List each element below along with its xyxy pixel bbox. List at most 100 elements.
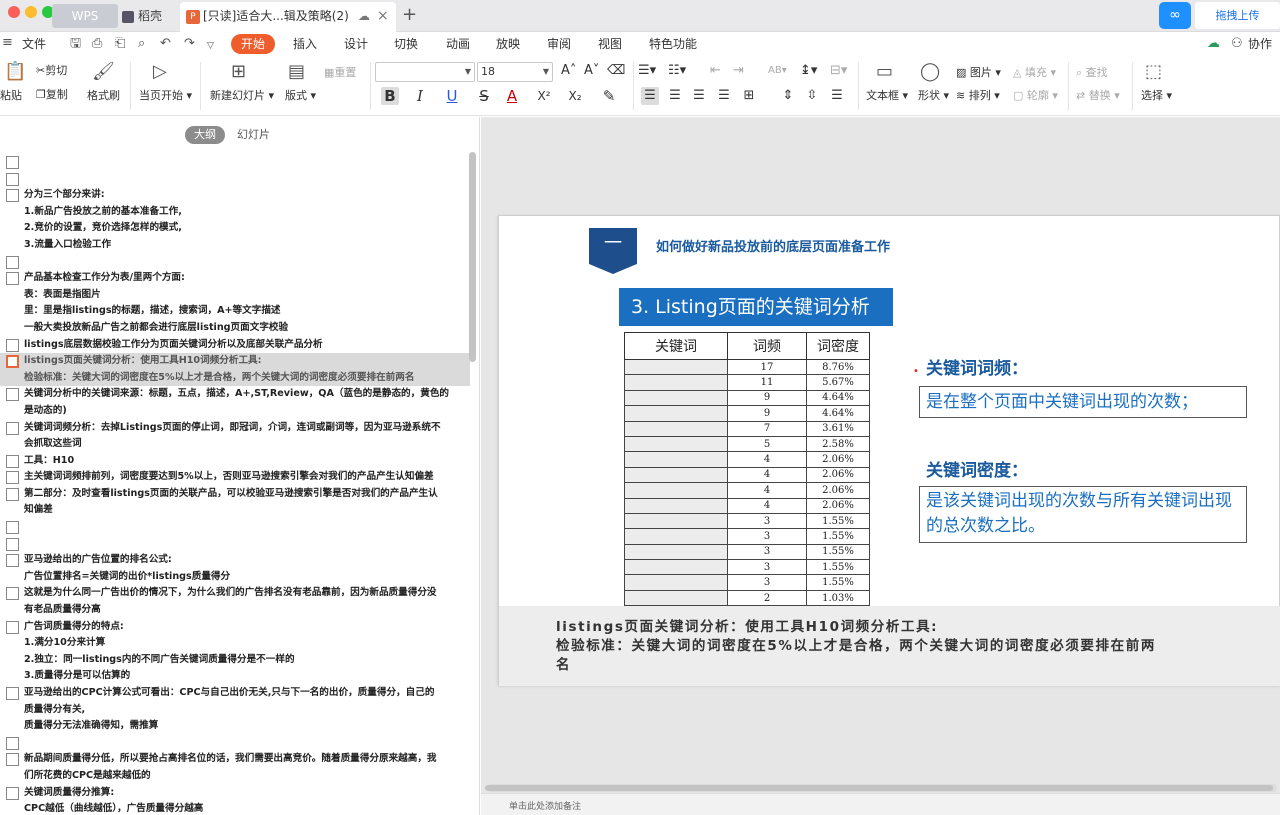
outline-row[interactable] [0, 154, 470, 171]
close-window-button[interactable] [8, 6, 20, 18]
font-color-icon[interactable]: A [503, 87, 521, 105]
keyword-table[interactable]: 关键词 词频 词密度 17 8.76% 11 5.67% 9 4.64% 9 4.64% 7 3.… [624, 332, 870, 607]
menu-file[interactable]: 文件 [22, 32, 46, 56]
slide-marker-icon[interactable] [6, 454, 19, 468]
italic-icon[interactable]: I [411, 87, 429, 105]
outline-row[interactable]: 亚马逊给出的广告位置的排名公式: [0, 552, 470, 569]
cloud-sync-icon[interactable]: ∞ [1159, 2, 1191, 29]
menu-transitions[interactable]: 切换 [394, 32, 418, 56]
keyword-frequency-definition[interactable]: 是在整个页面中关键词出现的次数； [919, 386, 1247, 418]
copy-button[interactable]: ❐复制 [36, 88, 68, 102]
outline-row[interactable]: 3.质量得分是可以估算的 [0, 668, 470, 685]
text-direction-icon[interactable]: AB▾ [768, 64, 787, 78]
paste-icon[interactable]: 📋 [4, 62, 26, 82]
slide-marker-icon[interactable] [6, 753, 19, 767]
slide-marker-icon[interactable] [6, 272, 19, 286]
slide-marker-icon[interactable] [6, 554, 19, 568]
slide-marker-icon[interactable] [6, 421, 19, 435]
underline-icon[interactable]: U [443, 87, 461, 105]
vertical-align-icon[interactable]: ⇕ [779, 87, 797, 105]
slide-marker-icon[interactable] [6, 521, 19, 535]
outline-row[interactable]: 分为三个部分来讲: [0, 187, 470, 204]
outline-row[interactable] [0, 536, 470, 553]
distributed-align-icon[interactable]: ⊞ [740, 87, 758, 105]
print-preview-icon[interactable]: ⌕ [138, 37, 145, 51]
increase-font-size-icon[interactable]: A˄ [561, 64, 576, 78]
layout-icon[interactable]: ▤ [288, 62, 305, 82]
outline-row[interactable]: 2.竞价的设置，竞价选择怎样的模式, [0, 220, 470, 237]
outline-row[interactable]: 检验标准：关键大词的词密度在5%以上才是合格，两个关键大词的词密度必须要排在前两… [0, 369, 470, 387]
quick-access-dropdown-icon[interactable]: ▽ [207, 39, 214, 53]
cloud-sync-status-icon[interactable]: ☁ [1207, 37, 1220, 51]
subscript-icon[interactable]: X₂ [566, 87, 584, 105]
paragraph-spacing-icon[interactable]: ⇳ [803, 87, 821, 105]
tab-document[interactable]: P [只读]适合大...辑及策略(2) ☁ × [180, 2, 396, 32]
outline-row[interactable]: 关键词词频分析：去掉Listings页面的停止词，即冠词，介词，连词或副词等，因… [0, 420, 470, 437]
outline-row[interactable]: 是动态的) [0, 403, 470, 420]
outline-row[interactable]: 关键词质量得分推算: [0, 785, 470, 802]
menu-slideshow[interactable]: 放映 [496, 32, 520, 56]
slide-canvas[interactable]: 一 如何做好新品投放前的底层页面准备工作 3. Listing页面的关键词分析 … [498, 215, 1280, 686]
find-button[interactable]: ⌕ 查找 [1076, 66, 1108, 80]
outline-row[interactable]: 广告位置排名=关键词的出价*listings质量得分 [0, 569, 470, 586]
print-icon[interactable]: ⎗ [115, 37, 125, 51]
menu-special-features[interactable]: 特色功能 [649, 32, 697, 56]
text-align-vertical-icon[interactable]: ☰ [828, 87, 846, 105]
outline-row[interactable] [0, 519, 470, 536]
outline-row[interactable]: 一般大卖投放新品广告之前都会进行底层listing页面文字校验 [0, 320, 470, 337]
slide-title[interactable]: 如何做好新品投放前的底层页面准备工作 [656, 236, 890, 255]
outline-row[interactable]: listings底层数据校验工作分为页面关键词分析以及底部关联产品分析 [0, 337, 470, 354]
outline-row[interactable]: 会抓取这些词 [0, 436, 470, 453]
clear-formatting-icon[interactable]: ⌫ [607, 64, 625, 78]
keyword-frequency-heading[interactable]: 关键词词频： [926, 354, 1028, 379]
increase-indent-icon[interactable]: ⇥ [733, 64, 744, 78]
outline-row[interactable]: 1.满分10分来计算 [0, 635, 470, 652]
bold-icon[interactable]: B [381, 87, 399, 105]
outline-row[interactable]: CPC越低（曲线越低），广告质量得分越高 [0, 801, 470, 815]
format-painter-button[interactable]: 格式刷 [87, 89, 120, 103]
paste-button[interactable]: 粘贴 [0, 89, 22, 103]
highlight-icon[interactable]: ✎ [600, 87, 618, 105]
slide-marker-icon[interactable] [6, 487, 19, 501]
outline-row[interactable] [0, 254, 470, 271]
outline-row[interactable]: 第二部分：及时查看listings页面的关联产品，可以校验亚马逊搜索引擎是否对我… [0, 486, 470, 503]
slide-marker-icon[interactable] [6, 736, 19, 750]
section-heading[interactable]: 3. Listing页面的关键词分析 [619, 288, 893, 326]
save-icon[interactable]: 🖫 [70, 37, 81, 51]
new-slide-icon[interactable]: ⊞ [231, 62, 246, 82]
outline-row[interactable]: 关键词分析中的关键词来源：标题，五点，描述，A+,ST,Review，QA（蓝色… [0, 386, 470, 403]
outline-row[interactable]: 知偏差 [0, 502, 470, 519]
font-size-select[interactable]: 18 ▼ [477, 62, 553, 82]
arrange-button[interactable]: ≋ 排列 ▾ [956, 89, 1000, 103]
slide-marker-icon[interactable] [6, 338, 19, 352]
menu-home[interactable]: 开始 [231, 34, 276, 54]
justify-icon[interactable]: ☰ [715, 87, 733, 105]
outline-row[interactable]: 表：表面是指图片 [0, 287, 470, 304]
columns-icon[interactable]: ⊟▾ [830, 64, 847, 78]
outline-row[interactable]: 这就是为什么同一广告出价的情况下，为什么我们的广告排名没有老品靠前，因为新品质量… [0, 585, 470, 602]
hamburger-icon[interactable]: ≡ [2, 36, 13, 50]
tab-wps[interactable]: WPS [52, 4, 118, 28]
outline-row[interactable]: 有老品质量得分高 [0, 602, 470, 619]
outline-row[interactable]: 主关键词词频排前列，词密度要达到5%以上，否则亚马逊搜索引擎会对我们的产品产生认… [0, 469, 470, 486]
replace-button[interactable]: ⇄ 替换 ▾ [1076, 89, 1120, 103]
outline-row[interactable]: 质量得分无法准确得知，需推算 [0, 718, 470, 735]
slide-marker-icon[interactable] [6, 587, 19, 601]
superscript-icon[interactable]: X² [535, 87, 553, 105]
slide-marker-icon[interactable] [6, 156, 19, 169]
slide-marker-icon[interactable] [6, 189, 19, 203]
menu-review[interactable]: 审阅 [547, 32, 571, 56]
decrease-indent-icon[interactable]: ⇤ [710, 64, 721, 78]
outline-row[interactable]: 质量得分有关, [0, 702, 470, 719]
close-tab-icon[interactable]: × [377, 2, 389, 30]
menu-view[interactable]: 视图 [598, 32, 622, 56]
notes-pane[interactable]: 单击此处添加备注 [481, 793, 1280, 815]
export-pdf-icon[interactable]: ⎙ [92, 37, 102, 51]
menu-design[interactable]: 设计 [344, 32, 368, 56]
slide-caption-area[interactable]: listings页面关键词分析：使用工具H10词频分析工具: 检验标准：关键大词… [499, 606, 1280, 686]
decrease-font-size-icon[interactable]: A˅ [584, 64, 599, 78]
strikethrough-icon[interactable]: S [475, 87, 493, 105]
slide-marker-icon[interactable] [6, 537, 19, 551]
keyword-density-heading[interactable]: 关键词密度： [926, 456, 1028, 481]
tab-daoke[interactable]: 稻壳 [122, 4, 174, 28]
